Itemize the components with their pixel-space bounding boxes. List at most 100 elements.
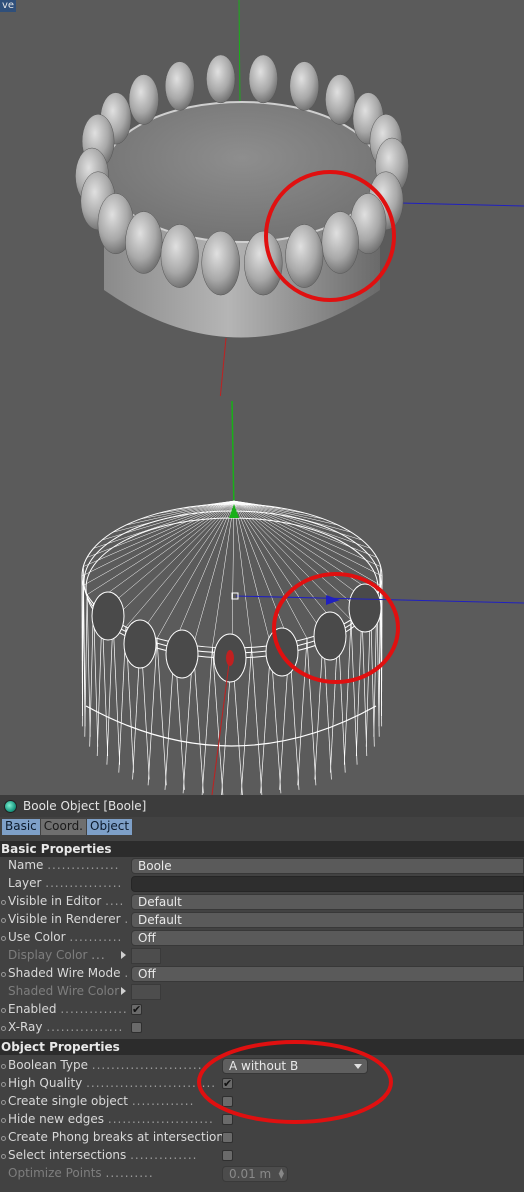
row-enabled: Enabled .............. ✔ (0, 1001, 524, 1019)
egg-shape (289, 61, 320, 111)
wire-edge (83, 500, 235, 586)
use-color-select[interactable]: Off (131, 930, 524, 946)
visible-editor-select[interactable]: Default (131, 894, 524, 910)
tab-basic[interactable]: Basic (2, 819, 40, 835)
animation-dot[interactable] (1, 1082, 6, 1087)
animation-dot[interactable] (1, 1026, 6, 1031)
create-single-checkbox[interactable] (222, 1096, 233, 1107)
viewport-wireframe[interactable] (0, 396, 524, 795)
object-header: Boole Object [Boole] (0, 795, 524, 817)
phong-breaks-checkbox[interactable] (222, 1132, 233, 1143)
expand-arrow-icon[interactable] (121, 951, 126, 959)
select-intersections-label: Select intersections (8, 1148, 127, 1162)
shaded-wire-mode-label: Shaded Wire Mode (8, 966, 121, 980)
phong-breaks-label: Create Phong breaks at intersections (8, 1130, 231, 1144)
row-xray: X-Ray ................ (0, 1019, 524, 1037)
animation-dot[interactable] (1, 1100, 6, 1105)
xray-label: X-Ray (8, 1020, 43, 1034)
expand-arrow-icon[interactable] (121, 987, 126, 995)
tab-coord[interactable]: Coord. (40, 819, 86, 835)
wire-edge (297, 638, 308, 786)
egg-shape (244, 230, 283, 296)
checkmark-icon: ✔ (132, 1003, 142, 1016)
animation-dot[interactable] (1, 936, 6, 941)
wire-edge (233, 500, 371, 604)
viewport-corner-label: ve (0, 0, 17, 12)
animation-dot[interactable] (1, 918, 6, 923)
wire-edge (233, 500, 308, 639)
display-color-label: Display Color (8, 948, 88, 962)
wire-edge (87, 500, 235, 558)
viewport-shaded[interactable]: ve (0, 0, 524, 396)
wire-edge (233, 500, 339, 628)
egg-shape (321, 211, 359, 274)
visible-editor-label: Visible in Editor (8, 894, 102, 908)
visible-renderer-select[interactable]: Default (131, 912, 524, 928)
name-label: Name (8, 858, 44, 872)
egg-shape (164, 61, 195, 111)
wire-edge (233, 500, 377, 558)
high-quality-checkbox[interactable]: ✔ (222, 1078, 233, 1089)
row-layer: Layer ................ (0, 875, 524, 893)
wire-edge (156, 500, 235, 639)
animation-dot[interactable] (1, 972, 6, 977)
select-intersections-checkbox[interactable] (222, 1150, 233, 1161)
wire-edge (93, 500, 235, 604)
row-select-intersections: Select intersections .............. (0, 1147, 524, 1165)
wire-edge (192, 500, 235, 646)
high-quality-label: High Quality (8, 1076, 83, 1090)
axis-z-line (219, 337, 227, 396)
wire-edge (231, 500, 235, 649)
chevron-down-icon (354, 1064, 362, 1069)
egg-shape (160, 224, 199, 288)
boolean-type-dropdown[interactable]: A without B (222, 1058, 368, 1074)
shaded-wire-mode-select[interactable]: Off (131, 966, 524, 982)
optimize-points-label: Optimize Points (8, 1166, 102, 1180)
wire-edge (86, 594, 91, 737)
section-object-properties: Object Properties (0, 1039, 524, 1055)
wire-edge (201, 647, 213, 795)
layer-label: Layer (8, 876, 42, 890)
row-shaded-wire-color: Shaded Wire Color (0, 983, 524, 1001)
egg-shape (248, 54, 278, 104)
wire-edge (260, 645, 272, 794)
object-title: Boole Object [Boole] (23, 799, 147, 813)
optimize-points-field[interactable]: 0.01 m ▲ ▼ (222, 1166, 288, 1182)
animation-dot[interactable] (1, 1064, 6, 1069)
wire-edge (306, 638, 317, 786)
row-display-color: Display Color ... (0, 947, 524, 965)
animation-dot[interactable] (1, 900, 6, 905)
optimize-points-value: 0.01 m (229, 1167, 272, 1181)
egg-shape (285, 224, 324, 288)
enabled-checkbox[interactable]: ✔ (131, 1004, 142, 1015)
visible-renderer-label: Visible in Renderer (8, 912, 121, 926)
row-name: Name ............... Boole (0, 857, 524, 875)
spinner-arrows-icon[interactable]: ▲ ▼ (279, 1168, 284, 1180)
tab-object[interactable]: Object (87, 819, 133, 835)
animation-dot[interactable] (1, 1008, 6, 1013)
wire-edge (212, 500, 235, 648)
layer-field[interactable] (131, 876, 524, 892)
wire-edge (125, 500, 235, 628)
animation-dot[interactable] (1, 1118, 6, 1123)
egg-cutout (123, 619, 157, 669)
wire-edge (156, 638, 167, 786)
wire-edge (83, 500, 235, 567)
shaded-wire-color-swatch[interactable] (131, 984, 161, 1000)
wire-edge (233, 500, 371, 549)
egg-shape (206, 54, 236, 104)
wire-edge (93, 500, 235, 549)
axis-z-handle (226, 650, 234, 666)
name-field[interactable]: Boole (131, 858, 524, 874)
axis-x-line (399, 202, 524, 207)
egg-shape (128, 74, 159, 125)
hide-edges-checkbox[interactable] (222, 1114, 233, 1125)
xray-checkbox[interactable] (131, 1022, 142, 1033)
animation-dot[interactable] (1, 1154, 6, 1159)
row-create-single: Create single object ............. (0, 1093, 524, 1111)
animation-dot[interactable] (1, 1136, 6, 1141)
wireframe-scene (81, 400, 524, 795)
row-visible-editor: Visible in Editor .... Default (0, 893, 524, 911)
shaded-scene (75, 0, 524, 396)
display-color-swatch[interactable] (131, 948, 161, 964)
